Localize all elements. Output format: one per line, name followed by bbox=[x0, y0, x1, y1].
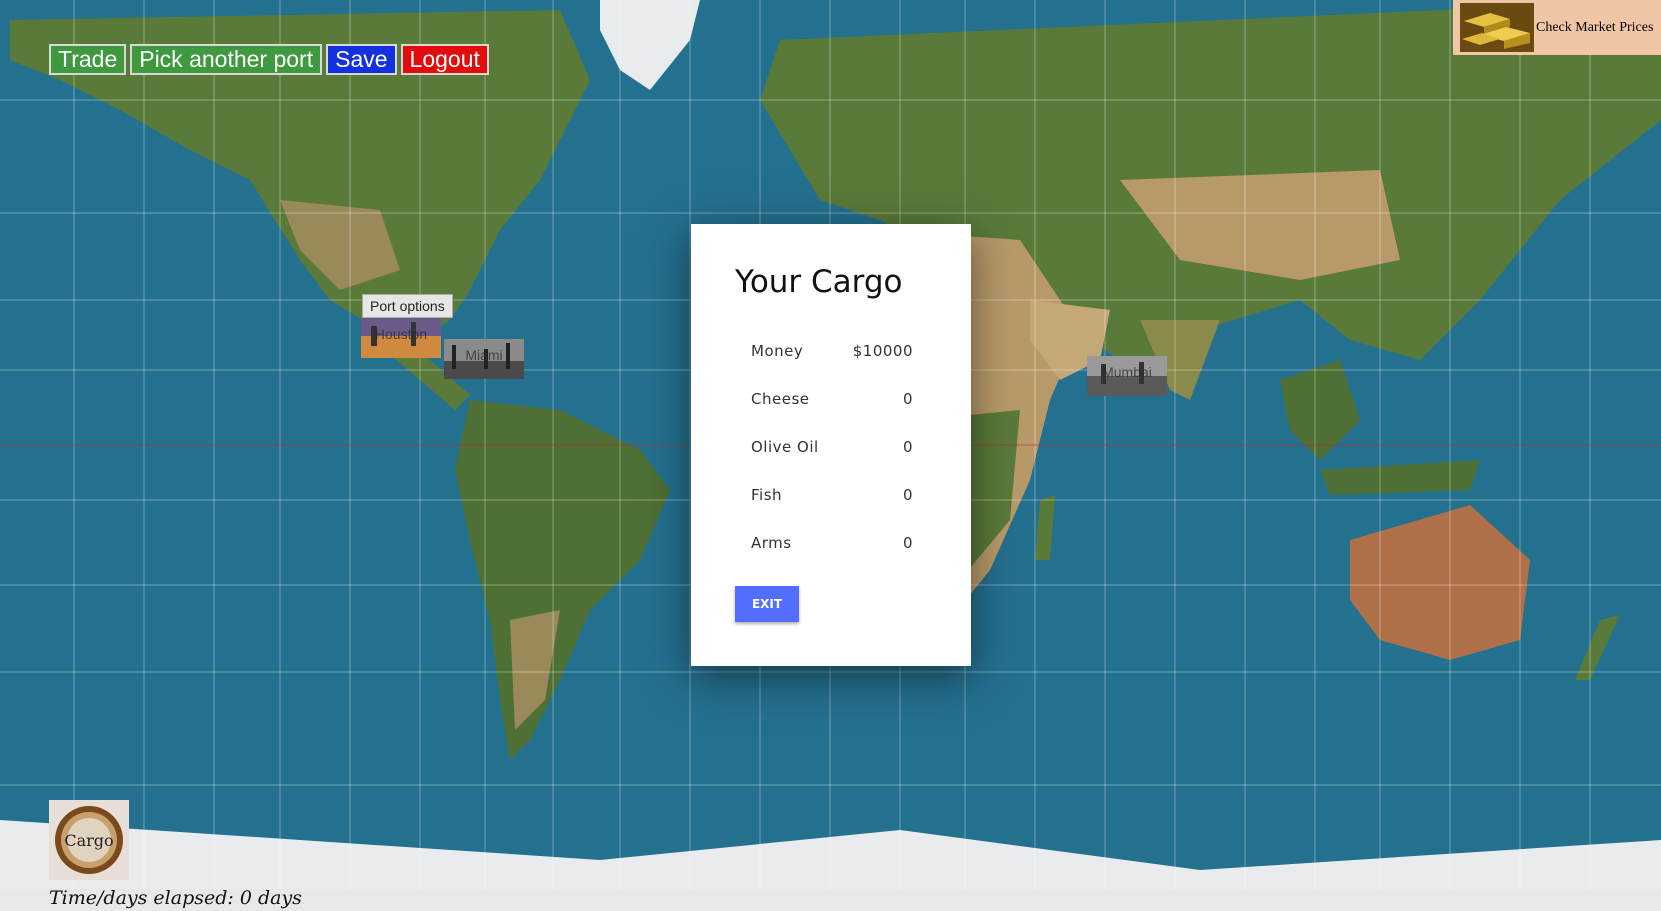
cargo-label: Olive Oil bbox=[751, 438, 819, 456]
gold-bars-icon bbox=[1460, 3, 1534, 52]
port-miami-label: Miami bbox=[465, 347, 503, 363]
cargo-value: 0 bbox=[902, 390, 913, 408]
save-button[interactable]: Save bbox=[326, 44, 397, 75]
port-mumbai-label: Mumbai bbox=[1102, 364, 1152, 380]
cargo-label: Cheese bbox=[751, 390, 810, 408]
trade-button[interactable]: Trade bbox=[49, 44, 127, 75]
cargo-row-money: Money $10000 bbox=[751, 342, 913, 360]
cargo-value: 0 bbox=[902, 534, 913, 552]
port-miami[interactable]: Miami bbox=[444, 339, 524, 379]
cargo-row-fish: Fish 0 bbox=[751, 486, 913, 504]
port-options-tooltip: Port options bbox=[362, 294, 453, 318]
cargo-modal: Your Cargo Money $10000 Cheese 0 Olive O… bbox=[691, 224, 971, 666]
top-toolbar: Trade Pick another port Save Logout bbox=[49, 44, 489, 75]
cargo-value: $10000 bbox=[852, 342, 913, 360]
market-label: Check Market Prices bbox=[1536, 19, 1654, 35]
cargo-label: Fish bbox=[751, 486, 783, 504]
time-elapsed-status: Time/days elapsed: 0 days bbox=[49, 887, 302, 909]
logout-button[interactable]: Logout bbox=[400, 44, 489, 75]
cargo-label: Arms bbox=[751, 534, 792, 552]
exit-button[interactable]: EXIT bbox=[735, 586, 799, 622]
cargo-button[interactable]: Cargo bbox=[49, 800, 129, 880]
port-houston[interactable]: Houston bbox=[361, 318, 441, 358]
modal-title: Your Cargo bbox=[735, 264, 903, 300]
cargo-value: 0 bbox=[902, 438, 913, 456]
cargo-value: 0 bbox=[902, 486, 913, 504]
cargo-label: Money bbox=[751, 342, 804, 360]
cargo-row-cheese: Cheese 0 bbox=[751, 390, 913, 408]
cargo-row-arms: Arms 0 bbox=[751, 534, 913, 552]
compass-icon: Cargo bbox=[55, 806, 123, 874]
check-market-prices-button[interactable]: Check Market Prices bbox=[1453, 0, 1661, 55]
cargo-label: Cargo bbox=[64, 831, 113, 850]
port-mumbai[interactable]: Mumbai bbox=[1087, 356, 1167, 396]
cargo-row-olive-oil: Olive Oil 0 bbox=[751, 438, 913, 456]
port-houston-label: Houston bbox=[374, 326, 428, 342]
pick-another-port-button[interactable]: Pick another port bbox=[130, 44, 323, 75]
